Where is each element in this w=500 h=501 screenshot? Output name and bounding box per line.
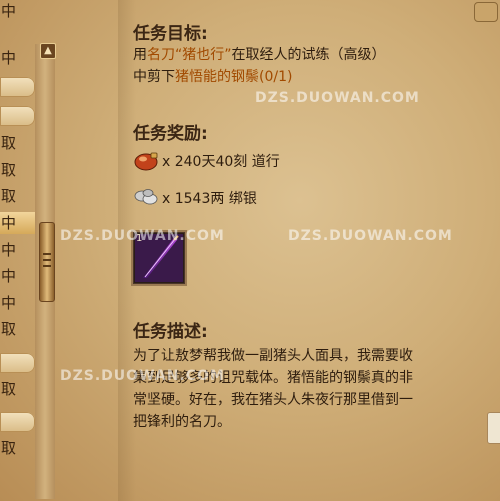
quest-list: 中 中 取 取 取 中 中 中 中 取 取 取: [0, 0, 35, 501]
list-item-label: 中: [1, 241, 17, 259]
grip-line: [43, 265, 51, 267]
reward-silver-text: x 1543两 绑银: [162, 191, 257, 207]
list-item[interactable]: [0, 353, 35, 373]
list-item[interactable]: [0, 412, 35, 432]
text-segment: 在取经人的试练（高级）: [231, 47, 386, 63]
daoxing-gourd-icon: [133, 150, 158, 171]
list-item[interactable]: 取: [0, 185, 35, 207]
watermark-url: DZS.DUOWAN.COM: [255, 90, 420, 106]
list-item[interactable]: 中: [0, 292, 35, 314]
objective-line-1: 用名刀“猪也行”在取经人的试练（高级）: [133, 44, 386, 66]
list-item[interactable]: 取: [0, 318, 35, 340]
description-text: 为了让敖梦帮我做一副猪头人面具，我需要收 集到足够多的诅咒载体。猪悟能的钢鬃真的…: [133, 345, 483, 433]
list-item-label: 取: [1, 134, 17, 152]
description-line: 为了让敖梦帮我做一副猪头人面具，我需要收: [133, 348, 413, 364]
list-item[interactable]: 取: [0, 159, 35, 181]
objective-heading: 任务目标:: [133, 24, 208, 44]
list-item-selected[interactable]: 中: [0, 212, 35, 234]
description-heading: 任务描述:: [133, 322, 208, 342]
list-item-label: 中: [1, 2, 17, 20]
quest-item-link[interactable]: 名刀“猪也行”: [147, 47, 232, 63]
list-item-label: 中: [1, 294, 17, 312]
triangle-up-icon: ▲: [44, 45, 52, 56]
silver-ingot-icon: [133, 186, 158, 206]
list-item[interactable]: 取: [0, 132, 35, 154]
list-item-label: 取: [1, 161, 17, 179]
reward-daoxing-text: x 240天40刻 道行: [162, 154, 280, 170]
list-item-label: 取: [1, 380, 17, 398]
quest-target-link[interactable]: 猪悟能的钢鬃: [175, 69, 259, 85]
panel-control-button[interactable]: [474, 2, 498, 22]
list-item-label: 中: [1, 49, 17, 67]
list-item-label: 中: [1, 267, 17, 285]
list-item-label: 取: [1, 187, 17, 205]
list-item[interactable]: 取: [0, 378, 35, 400]
description-line: 常坚硬。好在，我在猪头人朱夜行那里借到一: [133, 392, 413, 408]
description-line: 把锋利的名刀。: [133, 414, 231, 430]
scroll-up-button[interactable]: ▲: [40, 43, 56, 59]
list-item-label: 中: [1, 214, 17, 232]
list-item[interactable]: 取: [0, 437, 35, 459]
scrollbar-thumb[interactable]: [39, 222, 55, 302]
list-item[interactable]: 中: [0, 239, 35, 261]
side-tab[interactable]: [487, 412, 500, 444]
text-segment: 用: [133, 47, 147, 63]
grip-line: [43, 259, 51, 261]
watermark-url: DZS.DUOWAN.COM: [60, 368, 225, 384]
list-item[interactable]: [0, 106, 35, 126]
text-segment: 中剪下: [133, 69, 175, 85]
quest-progress: (0/1): [259, 69, 293, 85]
grip-line: [43, 253, 51, 255]
list-item-label: 取: [1, 320, 17, 338]
list-item[interactable]: 中: [0, 47, 35, 69]
list-item[interactable]: [0, 77, 35, 97]
list-item[interactable]: 中: [0, 265, 35, 287]
list-item[interactable]: 中: [0, 0, 35, 22]
watermark-url: DZS.DUOWAN.COM: [288, 228, 453, 244]
reward-heading: 任务奖励:: [133, 124, 208, 144]
objective-line-2: 中剪下猪悟能的钢鬃(0/1): [133, 66, 292, 88]
watermark-url: DZS.DUOWAN.COM: [60, 228, 225, 244]
list-item-label: 取: [1, 439, 17, 457]
